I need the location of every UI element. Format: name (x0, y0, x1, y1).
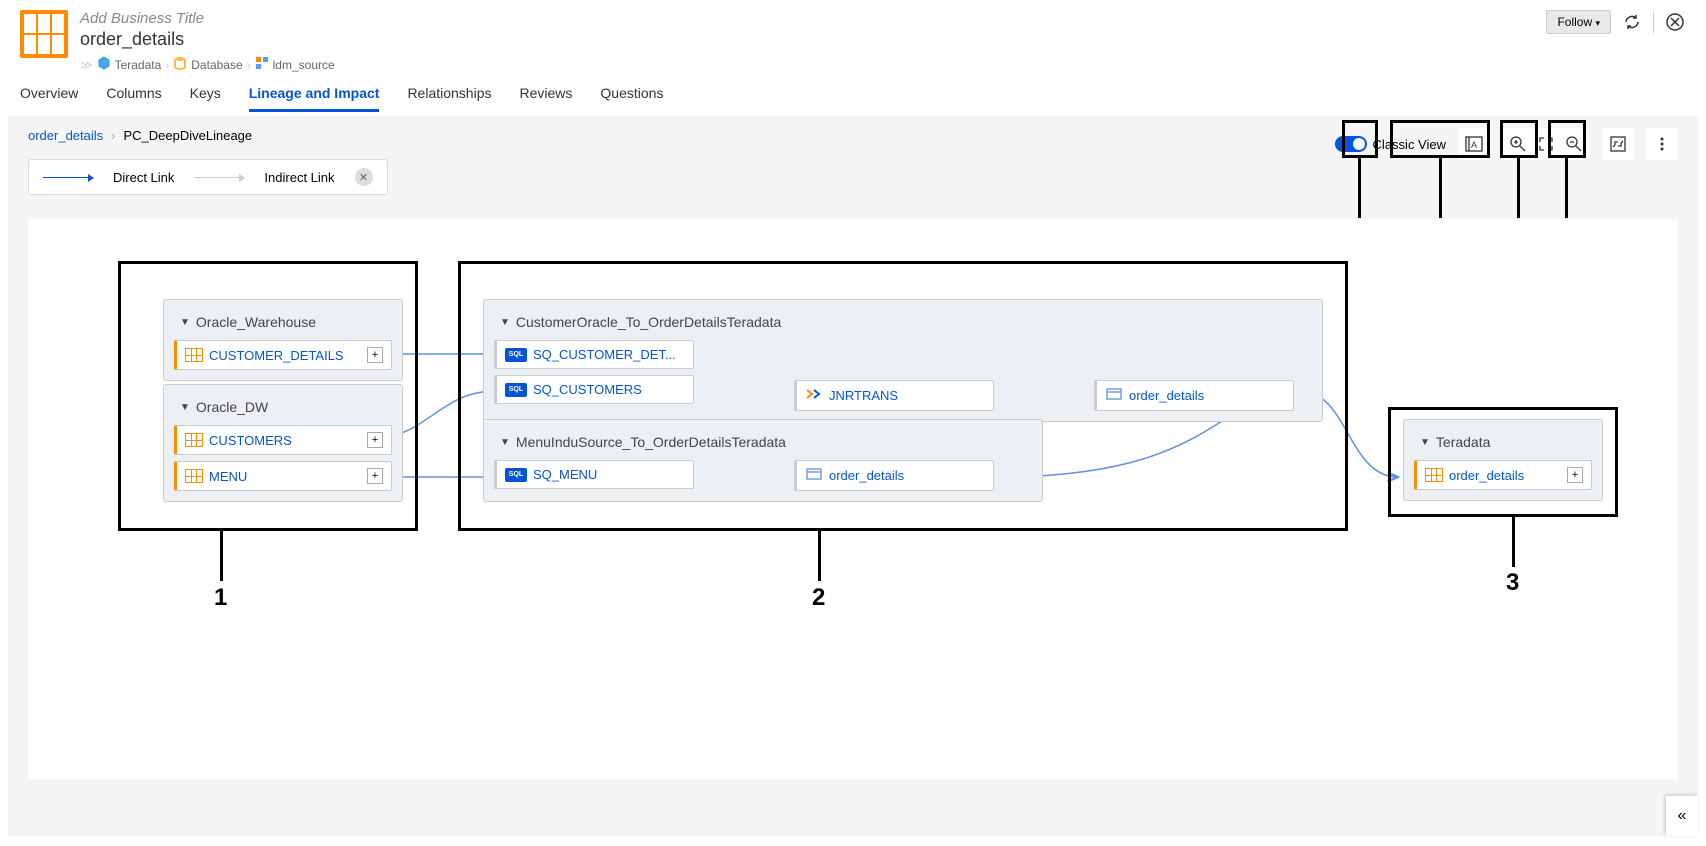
expand-icon[interactable]: + (367, 347, 383, 363)
indirect-link-icon (194, 177, 244, 178)
table-icon (20, 10, 68, 58)
tab-reviews[interactable]: Reviews (520, 85, 573, 112)
expand-icon[interactable]: + (1567, 467, 1583, 483)
crumb-item[interactable]: Teradata (115, 58, 162, 72)
refresh-icon[interactable] (1621, 11, 1643, 33)
sql-icon: SQL (505, 383, 527, 397)
tab-questions[interactable]: Questions (600, 85, 663, 112)
node-label[interactable]: SQ_MENU (533, 467, 597, 482)
tab-keys[interactable]: Keys (190, 85, 221, 112)
node-label[interactable]: order_details (829, 468, 904, 483)
group-header[interactable]: MenuInduSource_To_OrderDetailsTeradata (494, 430, 1032, 454)
node-label[interactable]: JNRTRANS (829, 388, 898, 403)
node-label[interactable]: CUSTOMERS (209, 433, 292, 448)
group-header[interactable]: Oracle_Warehouse (174, 310, 392, 334)
legend-direct-label: Direct Link (113, 170, 174, 185)
sql-icon: SQL (505, 468, 527, 482)
annotation-label: 3 (1506, 569, 1519, 597)
tab-lineage[interactable]: Lineage and Impact (249, 85, 380, 112)
fullscreen-icon[interactable] (1604, 130, 1632, 158)
annotation-label: 2 (812, 584, 825, 612)
legend-indirect-label: Indirect Link (264, 170, 334, 185)
business-title[interactable]: Add Business Title (80, 10, 1534, 27)
group-mapping-2: MenuInduSource_To_OrderDetailsTeradata S… (483, 419, 1043, 502)
group-mapping-1: CustomerOracle_To_OrderDetailsTeradata S… (483, 299, 1323, 422)
table-node[interactable]: order_details + (1414, 460, 1592, 490)
object-name: order_details (80, 29, 1534, 50)
crumb-root[interactable]: order_details (28, 128, 103, 143)
cube-icon (97, 56, 111, 73)
group-oracle-warehouse: Oracle_Warehouse CUSTOMER_DETAILS + (163, 299, 403, 381)
close-icon[interactable] (1664, 11, 1686, 33)
crumb-item[interactable]: Database (191, 58, 242, 72)
node-label[interactable]: order_details (1449, 468, 1524, 483)
node-label[interactable]: SQ_CUSTOMER_DET... (533, 347, 676, 362)
sql-icon: SQL (505, 348, 527, 362)
tab-bar: Overview Columns Keys Lineage and Impact… (0, 73, 1706, 112)
target-node[interactable]: order_details (794, 460, 994, 491)
table-icon (1425, 468, 1443, 482)
target-icon (1105, 387, 1123, 404)
node-label[interactable]: CUSTOMER_DETAILS (209, 348, 344, 363)
text-frame-icon[interactable]: A (1460, 130, 1488, 158)
lineage-canvas[interactable]: 1 2 3 Oracle_Warehouse CUSTOMER_DETAILS … (28, 219, 1678, 779)
table-icon (185, 433, 203, 447)
transform-node[interactable]: SQL SQ_CUSTOMERS (494, 375, 694, 404)
schema-icon (255, 56, 269, 73)
target-node[interactable]: order_details (1094, 380, 1294, 411)
legend: Direct Link Indirect Link ✕ (28, 159, 388, 195)
fit-icon[interactable] (1532, 130, 1560, 158)
node-label[interactable]: SQ_CUSTOMERS (533, 382, 642, 397)
table-node[interactable]: CUSTOMERS + (174, 425, 392, 455)
node-label[interactable]: MENU (209, 469, 247, 484)
svg-text:A: A (1471, 140, 1477, 150)
close-legend-button[interactable]: ✕ (355, 168, 373, 186)
transform-node[interactable]: JNRTRANS (794, 380, 994, 411)
table-icon (185, 469, 203, 483)
crumb-item[interactable]: ldm_source (273, 58, 335, 72)
node-label[interactable]: order_details (1129, 388, 1204, 403)
table-icon (185, 348, 203, 362)
table-node[interactable]: CUSTOMER_DETAILS + (174, 340, 392, 370)
direct-link-icon (43, 177, 93, 178)
transform-node[interactable]: SQL SQ_CUSTOMER_DET... (494, 340, 694, 369)
classic-view-label: Classic View (1373, 137, 1446, 152)
target-icon (805, 467, 823, 484)
tab-overview[interactable]: Overview (20, 85, 78, 112)
tab-relationships[interactable]: Relationships (407, 85, 491, 112)
group-header[interactable]: CustomerOracle_To_OrderDetailsTeradata (494, 310, 1312, 334)
joiner-icon (805, 387, 823, 404)
group-header[interactable]: Teradata (1414, 430, 1592, 454)
follow-button[interactable]: Follow ▾ (1546, 10, 1611, 34)
expand-icon[interactable]: + (367, 432, 383, 448)
group-header[interactable]: Oracle_DW (174, 395, 392, 419)
more-icon[interactable] (1648, 130, 1676, 158)
table-node[interactable]: MENU + (174, 461, 392, 491)
expand-panel-button[interactable]: « (1666, 796, 1698, 836)
group-teradata: Teradata order_details + (1403, 419, 1603, 501)
zoom-out-icon[interactable] (1560, 130, 1588, 158)
annotation-label: 1 (214, 584, 227, 612)
classic-view-toggle[interactable] (1335, 136, 1367, 152)
tab-columns[interactable]: Columns (106, 85, 161, 112)
expand-icon[interactable]: + (367, 468, 383, 484)
breadcrumb: ≫ Teradata › Database › ldm_source (80, 56, 1534, 73)
crumb-current: PC_DeepDiveLineage (124, 128, 253, 143)
database-icon (173, 56, 187, 73)
transform-node[interactable]: SQL SQ_MENU (494, 460, 694, 489)
group-oracle-dw: Oracle_DW CUSTOMERS + MENU + (163, 384, 403, 502)
zoom-in-icon[interactable] (1504, 130, 1532, 158)
